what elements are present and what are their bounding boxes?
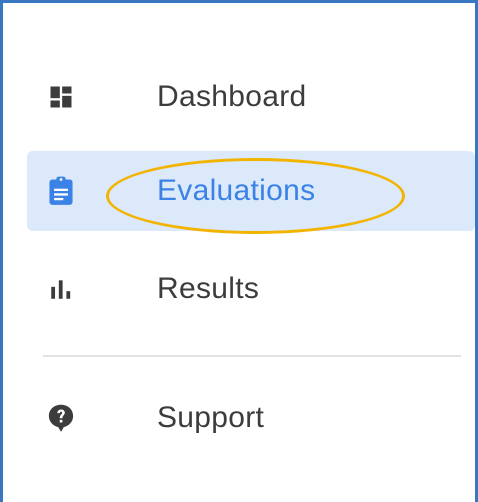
sidebar-item-evaluations[interactable]: Evaluations [27,151,475,231]
sidebar-item-label: Dashboard [157,80,307,113]
sidebar-item-label: Support [157,401,265,434]
help-icon [45,402,77,434]
sidebar-item-label: Evaluations [157,174,316,207]
divider [43,355,461,357]
dashboard-icon [45,81,77,113]
sidebar-item-results[interactable]: Results [27,249,475,329]
sidebar-nav: Dashboard Evaluations Results Support [0,0,478,502]
sidebar-item-dashboard[interactable]: Dashboard [27,57,475,137]
clipboard-icon [45,175,77,207]
bar-chart-icon [45,273,77,305]
sidebar-item-label: Results [157,272,260,305]
sidebar-item-support[interactable]: Support [27,378,475,458]
